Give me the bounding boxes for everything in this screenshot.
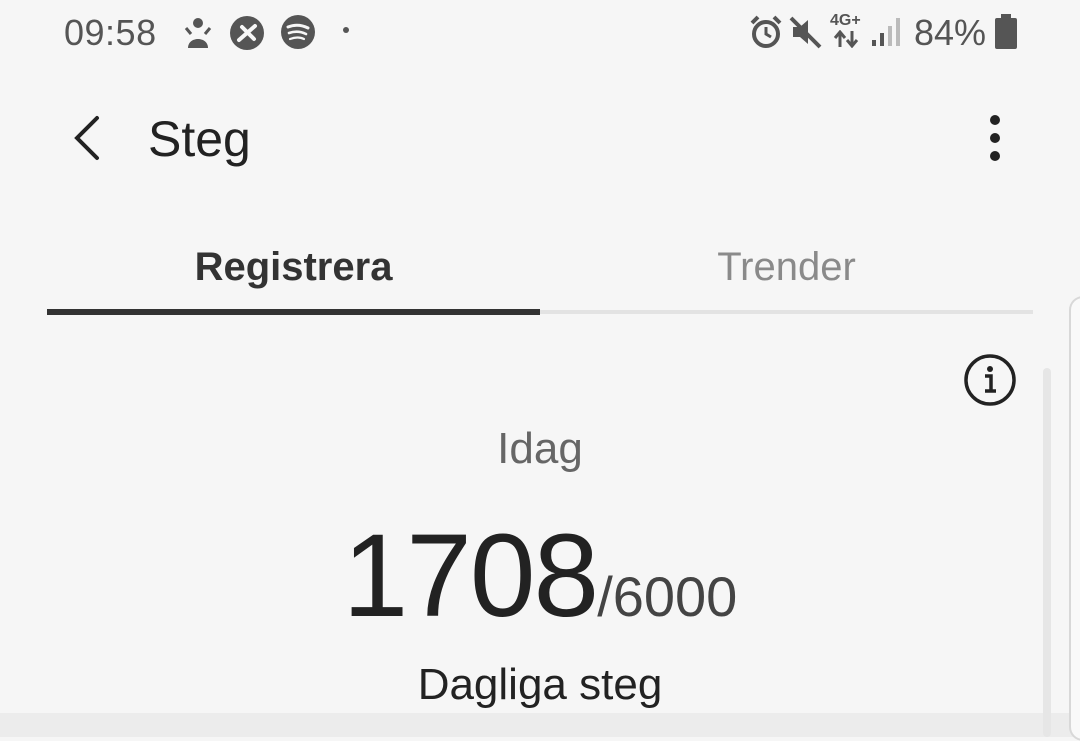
daily-steps-caption: Dagliga steg bbox=[417, 660, 663, 709]
back-button[interactable] bbox=[58, 108, 114, 168]
dot-icon bbox=[343, 27, 349, 33]
more-vertical-icon bbox=[990, 115, 1000, 161]
battery-icon bbox=[995, 14, 1017, 49]
info-button[interactable] bbox=[962, 352, 1018, 408]
geocaching-icon bbox=[230, 16, 264, 50]
status-time: 09:58 bbox=[64, 12, 157, 53]
data-arrows-icon bbox=[833, 30, 859, 48]
app-bar: Steg bbox=[0, 80, 1080, 200]
chevron-left-icon bbox=[74, 116, 99, 160]
info-icon bbox=[964, 354, 1016, 406]
tab-bar: Registrera Trender bbox=[47, 222, 1033, 316]
mute-icon bbox=[789, 16, 822, 49]
more-options-button[interactable] bbox=[970, 108, 1020, 168]
period-label: Idag bbox=[497, 424, 583, 473]
tab-trender[interactable]: Trender bbox=[540, 222, 1033, 312]
active-tab-indicator bbox=[47, 309, 540, 315]
steps-goal: /6000 bbox=[597, 565, 738, 628]
edge-panel-handle[interactable] bbox=[1069, 296, 1080, 741]
pokemon-go-icon bbox=[184, 18, 212, 48]
battery-percent: 84% bbox=[914, 12, 987, 53]
scrollbar[interactable] bbox=[1043, 368, 1051, 737]
step-counter: 1708/6000 bbox=[0, 508, 1080, 644]
page-title: Steg bbox=[148, 111, 251, 167]
spotify-icon bbox=[281, 15, 315, 49]
network-type-label: 4G+ bbox=[830, 12, 861, 29]
content-section-edge bbox=[0, 713, 1080, 737]
steps-count: 1708 bbox=[342, 510, 600, 642]
alarm-icon bbox=[750, 15, 782, 48]
status-bar: 09:58 4G+ 84% bbox=[0, 0, 1080, 70]
signal-icon bbox=[872, 18, 900, 46]
tab-registrera[interactable]: Registrera bbox=[47, 222, 540, 312]
